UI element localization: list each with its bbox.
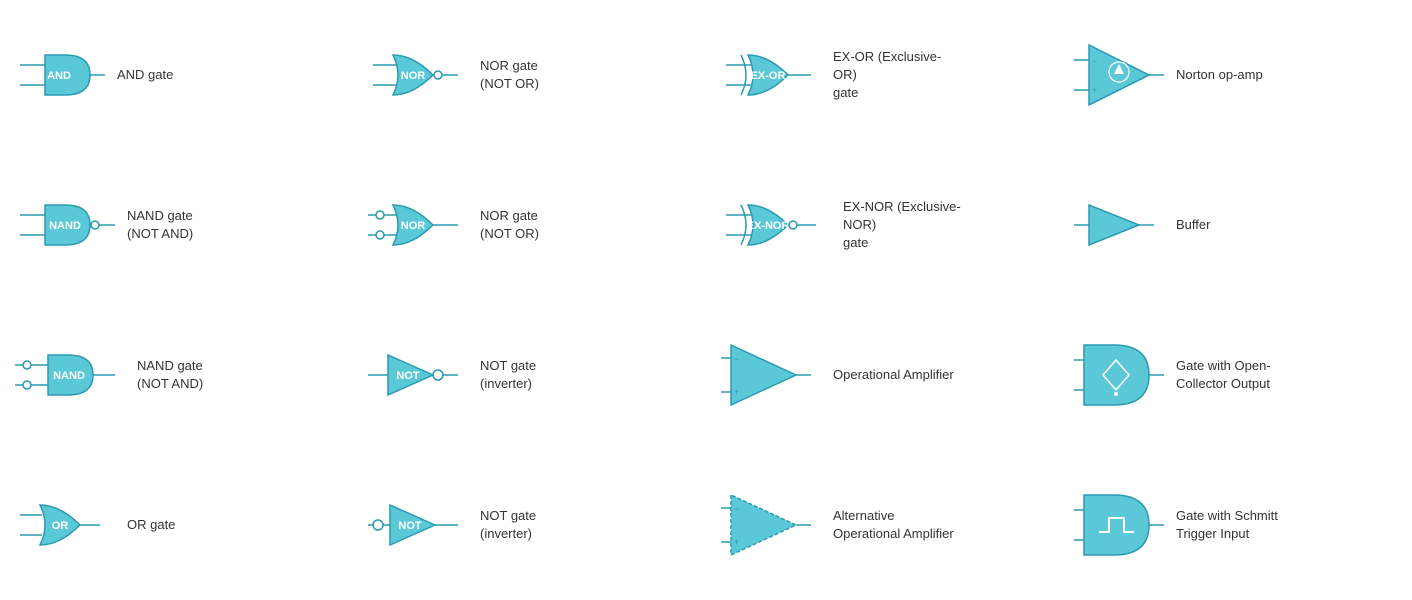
svg-text:NOR: NOR (401, 70, 426, 82)
alt-op-amp-symbol: − + (721, 490, 821, 560)
cell-not-gate-2: NOT NOT gate(inverter) (353, 450, 706, 600)
cell-not-gate-1: NOT NOT gate(inverter) (353, 300, 706, 450)
cell-nor-gate-1: NOR NOR gate(NOT OR) (353, 0, 706, 150)
or-gate-label: OR gate (127, 516, 175, 534)
nand-gate-1-label: NAND gate(NOT AND) (127, 207, 193, 243)
svg-text:NAND: NAND (53, 370, 85, 382)
cell-alt-op-amp: − + AlternativeOperational Amplifier (706, 450, 1059, 600)
cell-ex-nor-gate: EX-NOR EX-NOR (Exclusive-NOR)gate (706, 150, 1059, 300)
not-gate-1-symbol: NOT (368, 345, 468, 405)
op-amp-label: Operational Amplifier (833, 366, 954, 384)
cell-norton-opamp: − + Norton op-amp (1059, 0, 1412, 150)
cell-schmitt-trigger: Gate with SchmittTrigger Input (1059, 450, 1412, 600)
nor-gate-2-symbol: NOR (368, 195, 468, 255)
nor-gate-2-label: NOR gate(NOT OR) (480, 207, 539, 243)
svg-text:−: − (734, 354, 739, 364)
cell-or-gate: OR OR gate (0, 450, 353, 600)
logic-gates-grid: AND AND gate NOR NOR gate(NOT OR) (0, 0, 1412, 600)
schmitt-trigger-label: Gate with SchmittTrigger Input (1176, 507, 1278, 543)
svg-text:OR: OR (52, 520, 69, 532)
svg-text:+: + (1092, 85, 1097, 95)
and-gate-symbol: AND (15, 45, 105, 105)
cell-ex-or-gate: EX-OR EX-OR (Exclusive-OR)gate (706, 0, 1059, 150)
svg-text:NOT: NOT (398, 520, 422, 532)
svg-text:NOR: NOR (401, 220, 426, 232)
nand-gate-2-symbol: NAND (15, 345, 125, 405)
cell-nor-gate-2: NOR NOR gate(NOT OR) (353, 150, 706, 300)
nor-gate-1-symbol: NOR (368, 45, 468, 105)
buffer-label: Buffer (1176, 216, 1210, 234)
and-gate-label: AND gate (117, 66, 173, 84)
cell-nand-gate-2: NAND NAND gate(NOT AND) (0, 300, 353, 450)
svg-text:EX-NOR: EX-NOR (747, 220, 790, 232)
svg-text:+: + (734, 387, 739, 397)
not-gate-2-symbol: NOT (368, 495, 468, 555)
nand-gate-1-symbol: NAND (15, 195, 115, 255)
open-collector-symbol (1074, 340, 1164, 410)
not-gate-1-label: NOT gate(inverter) (480, 357, 536, 393)
cell-op-amp: − + Operational Amplifier (706, 300, 1059, 450)
norton-opamp-symbol: − + (1074, 40, 1164, 110)
cell-nand-gate-1: NAND NAND gate(NOT AND) (0, 150, 353, 300)
open-collector-label: Gate with Open-Collector Output (1176, 357, 1271, 393)
norton-opamp-label: Norton op-amp (1176, 66, 1263, 84)
nand-gate-2-label: NAND gate(NOT AND) (137, 357, 203, 393)
op-amp-symbol: − + (721, 340, 821, 410)
svg-text:AND: AND (47, 70, 71, 82)
ex-or-gate-label: EX-OR (Exclusive-OR)gate (833, 48, 963, 103)
cell-open-collector: Gate with Open-Collector Output (1059, 300, 1412, 450)
cell-and-gate: AND AND gate (0, 0, 353, 150)
buffer-symbol (1074, 195, 1164, 255)
alt-op-amp-label: AlternativeOperational Amplifier (833, 507, 954, 543)
nor-gate-1-label: NOR gate(NOT OR) (480, 57, 539, 93)
ex-nor-gate-label: EX-NOR (Exclusive-NOR)gate (843, 198, 973, 253)
ex-nor-gate-symbol: EX-NOR (721, 195, 831, 255)
svg-text:NOT: NOT (396, 370, 420, 382)
ex-or-gate-symbol: EX-OR (721, 45, 821, 105)
svg-text:+: + (734, 537, 739, 547)
svg-text:NAND: NAND (49, 220, 81, 232)
svg-text:EX-OR: EX-OR (751, 70, 786, 82)
svg-text:−: − (1092, 56, 1097, 66)
not-gate-2-label: NOT gate(inverter) (480, 507, 536, 543)
svg-text:−: − (734, 504, 739, 514)
schmitt-trigger-symbol (1074, 490, 1164, 560)
or-gate-symbol: OR (15, 495, 115, 555)
cell-buffer: Buffer (1059, 150, 1412, 300)
